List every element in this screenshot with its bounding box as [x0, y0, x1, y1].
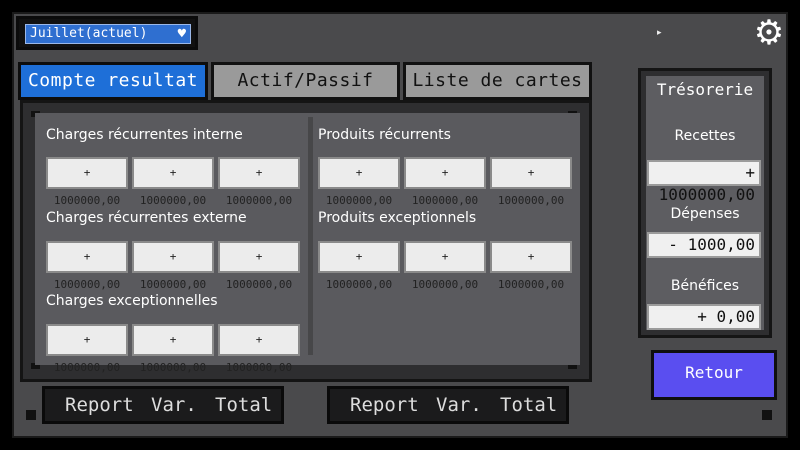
gear-icon[interactable]: ⚙ — [752, 16, 786, 50]
section-title-charges-exceptionnelles: Charges exceptionnelles — [46, 293, 218, 309]
section-title-produits-recurrents: Produits récurrents — [318, 127, 451, 143]
value-button[interactable]: + 1000000,00 — [404, 241, 486, 291]
var-button[interactable]: Var. — [436, 389, 482, 421]
value-button[interactable]: + 1000000,00 — [490, 241, 572, 291]
corner-marker — [26, 410, 36, 420]
compte-resultat-panel: Charges récurrentes interne + 1000000,00… — [20, 100, 592, 382]
recettes-value: + 1000000,00 — [647, 160, 761, 204]
recettes-label: Recettes — [674, 128, 736, 144]
value-button[interactable]: + 1000000,00 — [132, 157, 214, 207]
tab-actif-passif[interactable]: Actif/Passif — [211, 62, 400, 100]
depenses-value: - 1000,00 — [647, 232, 761, 258]
value-button[interactable]: + 1000000,00 — [46, 324, 128, 374]
section-title-produits-exceptionnels: Produits exceptionnels — [318, 210, 477, 226]
value-button[interactable]: + 1000000,00 — [218, 241, 300, 291]
retour-button[interactable]: Retour — [651, 350, 777, 400]
bottom-bar-produits: Report Var. Total — [327, 386, 569, 424]
value-button[interactable]: + 1000000,00 — [46, 157, 128, 207]
benefices-label: Béné­fices — [670, 278, 740, 294]
retour-label: Retour — [685, 363, 743, 382]
corner-marker — [762, 410, 772, 420]
value-button[interactable]: + 1000000,00 — [46, 241, 128, 291]
section-title-charges-externe: Charges récurrentes externe — [46, 210, 247, 226]
section-title-charges-interne: Charges récurrentes interne — [46, 127, 243, 143]
value-button[interactable]: + 1000000,00 — [132, 241, 214, 291]
tab-compte-resultat[interactable]: Compte resultat — [18, 62, 208, 100]
value-button[interactable]: + 1000000,00 — [218, 324, 300, 374]
total-button[interactable]: Total — [215, 389, 272, 421]
tresorerie-panel: Trésorerie Recettes + 1000000,00 Dépense… — [638, 68, 772, 338]
month-label: Juillet(actuel) — [30, 26, 148, 41]
tab-liste-de-cartes[interactable]: Liste de cartes — [403, 62, 592, 100]
cursor-icon: ▸ — [657, 28, 662, 38]
total-button[interactable]: Total — [500, 389, 557, 421]
benefices-value: + 0,00 — [647, 304, 761, 330]
value-button[interactable]: + 1000000,00 — [404, 157, 486, 207]
report-button[interactable]: Report — [350, 389, 419, 421]
bottom-bar-charges: Report Var. Total — [42, 386, 284, 424]
tab-label: Liste de cartes — [412, 70, 583, 91]
tab-label: Compte resultat — [27, 70, 199, 91]
column-divider — [308, 117, 313, 355]
value-button[interactable]: + 1000000,00 — [318, 157, 400, 207]
var-button[interactable]: Var. — [151, 389, 197, 421]
month-dropdown-value[interactable]: Juillet(actuel) ♥ — [25, 24, 191, 44]
month-dropdown[interactable]: Juillet(actuel) ♥ — [16, 16, 198, 50]
report-button[interactable]: Report — [65, 389, 134, 421]
depenses-label: Dépenses — [670, 206, 740, 222]
tresorerie-title: Trésorerie — [656, 80, 754, 99]
value-button[interactable]: + 1000000,00 — [318, 241, 400, 291]
chevron-down-icon: ♥ — [177, 26, 186, 42]
value-button[interactable]: + 1000000,00 — [490, 157, 572, 207]
value-button[interactable]: + 1000000,00 — [218, 157, 300, 207]
value-button[interactable]: + 1000000,00 — [132, 324, 214, 374]
tab-label: Actif/Passif — [237, 70, 374, 91]
tresorerie-content: Trésorerie Recettes + 1000000,00 Dépense… — [646, 76, 764, 330]
panel-content: Charges récurrentes interne + 1000000,00… — [35, 113, 580, 374]
